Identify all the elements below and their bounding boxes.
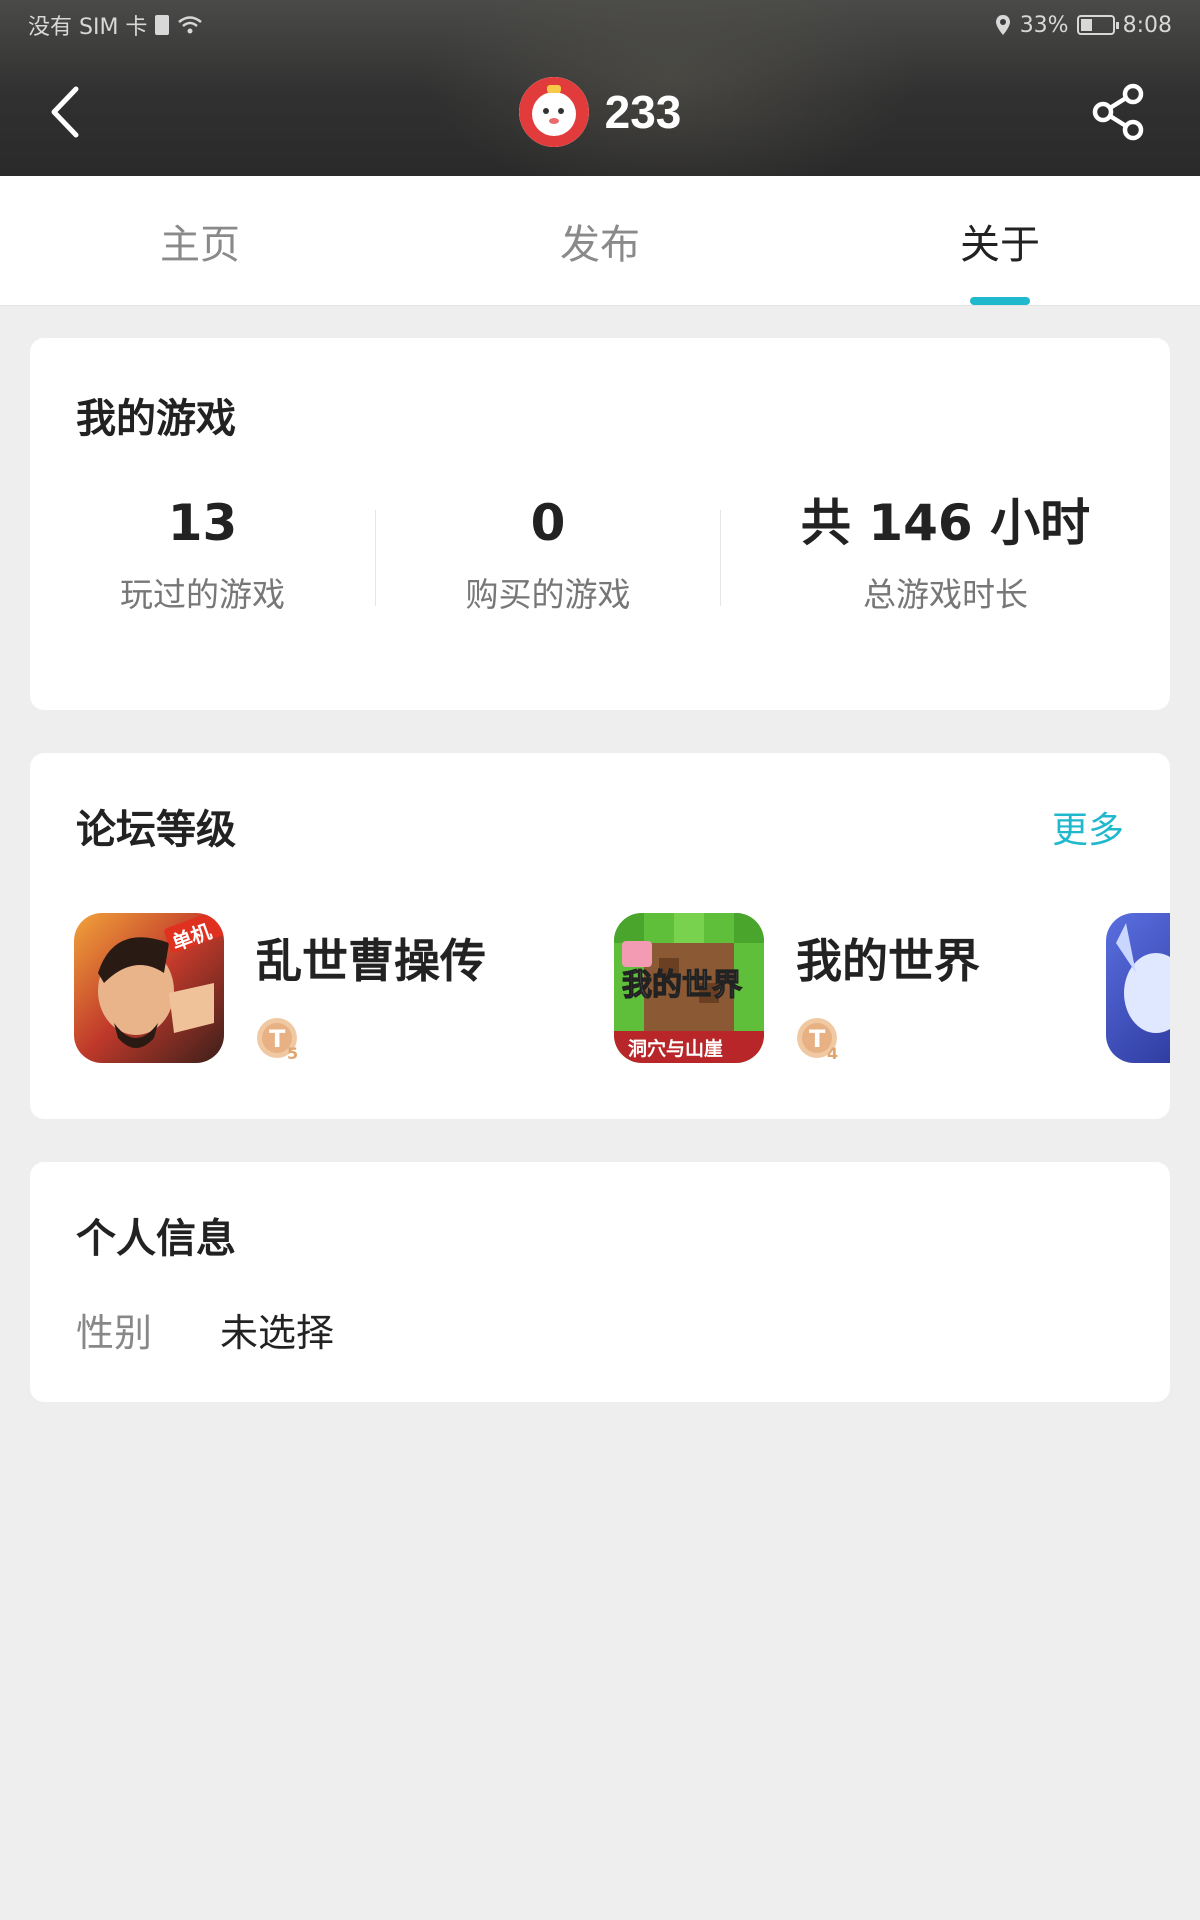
stat-label: 总游戏时长 [863, 575, 1028, 614]
tab-posts[interactable]: 发布 [400, 176, 800, 305]
level-number: 5 [287, 1044, 298, 1063]
forum-info: 乱世曹操传 T 5 [256, 913, 486, 1065]
status-bar-left: 没有 SIM 卡 [28, 9, 203, 41]
forum-item-partial[interactable] [1106, 913, 1170, 1065]
level-badge-icon: T 5 [257, 1018, 298, 1063]
stat-label: 玩过的游戏 [120, 575, 285, 614]
stat-value: 共 146 小时 [800, 494, 1091, 552]
clock-time: 8:08 [1122, 12, 1172, 38]
carrier-text: 没有 SIM 卡 [28, 15, 148, 40]
battery-icon [1076, 15, 1119, 35]
svg-text:T: T [269, 1025, 286, 1053]
game-icon: 单机 [74, 913, 224, 1063]
card-title: 论坛等级 [76, 807, 236, 853]
status-bar: 没有 SIM 卡 33% 8:08 [0, 0, 1200, 50]
game-icon: 我的世界 洞穴与山崖 [614, 913, 764, 1063]
location-icon [995, 15, 1010, 35]
icon-label: 我的世界 [622, 968, 742, 1003]
tab-label: 发布 [560, 221, 640, 268]
app-header: 没有 SIM 卡 33% 8:08 233 [0, 0, 1200, 176]
share-button[interactable] [1088, 80, 1150, 144]
page-title: 233 [604, 86, 682, 138]
card-title: 我的游戏 [76, 396, 236, 442]
level-badge-icon: T 4 [797, 1018, 838, 1063]
tab-home[interactable]: 主页 [0, 176, 400, 305]
level-number: 4 [827, 1044, 838, 1063]
personal-info-card: 个人信息 性别 未选择 [30, 1162, 1170, 1402]
forum-info: 我的世界 T 4 [796, 913, 980, 1065]
battery-percent: 33% [1019, 12, 1069, 38]
card-title: 个人信息 [76, 1216, 236, 1262]
info-row-gender: 性别 未选择 [76, 1302, 334, 1357]
tab-label: 主页 [160, 221, 240, 268]
tab-label: 关于 [960, 221, 1040, 268]
info-label: 性别 [76, 1311, 153, 1355]
svg-text:T: T [809, 1025, 826, 1053]
wifi-icon [178, 16, 203, 34]
header-title-group: 233 [0, 76, 1200, 148]
stat-label: 购买的游戏 [465, 575, 631, 614]
stat-playtime[interactable]: 共 146 小时 总游戏时长 [721, 488, 1170, 628]
level-badge: T 4 [796, 1017, 842, 1063]
stat-value: 0 [530, 494, 566, 552]
game-stats: 13 玩过的游戏 0 购买的游戏 共 146 小时 总游戏时长 [30, 488, 1170, 628]
status-bar-right: 33% 8:08 [994, 13, 1172, 38]
more-link[interactable]: 更多 [1052, 801, 1124, 853]
forum-name: 乱世曹操传 [256, 934, 486, 988]
forum-item[interactable]: 我的世界 洞穴与山崖 我的世界 T 4 [614, 913, 980, 1065]
stat-played[interactable]: 13 玩过的游戏 [30, 488, 375, 628]
stat-purchased[interactable]: 0 购买的游戏 [376, 488, 720, 628]
sim-icon [155, 15, 170, 35]
profile-tabs: 主页 发布 关于 [0, 176, 1200, 306]
game-icon [1106, 913, 1170, 1063]
tab-about[interactable]: 关于 [800, 176, 1200, 305]
icon-sublabel: 洞穴与山崖 [628, 1037, 723, 1060]
my-games-card: 我的游戏 13 玩过的游戏 0 购买的游戏 共 146 小时 总游戏时长 [30, 338, 1170, 710]
info-value: 未选择 [220, 1311, 335, 1355]
active-tab-indicator [970, 297, 1030, 305]
avatar[interactable] [518, 77, 589, 147]
forum-level-card: 论坛等级 更多 单机 乱世曹操传 T 5 我的世界 洞穴与山崖 我的世界 T 4 [30, 753, 1170, 1119]
forum-name: 我的世界 [796, 934, 980, 988]
forum-item[interactable]: 单机 乱世曹操传 T 5 [74, 913, 486, 1065]
share-icon [1092, 83, 1144, 141]
stat-value: 13 [167, 494, 238, 552]
avatar-image [518, 77, 589, 147]
level-badge: T 5 [256, 1017, 302, 1063]
